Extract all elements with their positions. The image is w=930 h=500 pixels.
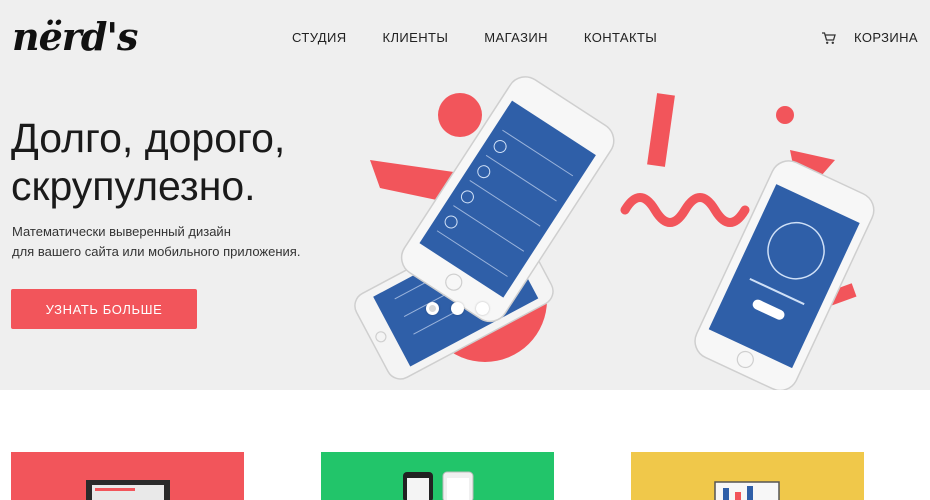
nav-item-clients[interactable]: КЛИЕНТЫ — [383, 30, 449, 45]
decor-bar — [647, 93, 675, 167]
nav-item-studio[interactable]: СТУДИЯ — [292, 30, 347, 45]
hero-headline: Долго, дорого, скрупулезно. — [11, 114, 351, 210]
service-cards — [0, 452, 930, 500]
decor-squiggle — [620, 193, 750, 227]
service-card-analytics[interactable] — [631, 452, 864, 500]
hero-headline-line1: Долго, дорого, — [11, 115, 286, 161]
hero-subtitle: Математически выверенный дизайн для ваше… — [12, 222, 332, 262]
decor-dot — [776, 106, 794, 124]
hero-subtitle-line2: для вашего сайта или мобильного приложен… — [12, 244, 301, 259]
slider-dot-2[interactable] — [451, 302, 464, 315]
decor-circle-small — [438, 93, 482, 137]
cart-icon — [822, 31, 836, 44]
cart-link[interactable]: КОРЗИНА — [822, 30, 918, 45]
brand-logo[interactable]: nërd's — [12, 14, 138, 60]
service-card-web[interactable] — [11, 452, 244, 500]
board-illustration — [714, 481, 780, 500]
phones-illustration — [403, 471, 474, 500]
nav-item-contacts[interactable]: КОНТАКТЫ — [584, 30, 657, 45]
cart-label: КОРЗИНА — [854, 30, 918, 45]
slider-dot-1[interactable] — [426, 302, 439, 315]
nav-item-shop[interactable]: МАГАЗИН — [484, 30, 548, 45]
slider-dots — [426, 302, 489, 315]
main-nav: СТУДИЯ КЛИЕНТЫ МАГАЗИН КОНТАКТЫ — [292, 30, 693, 45]
hero-subtitle-line1: Математически выверенный дизайн — [12, 224, 231, 239]
hero-headline-line2: скрупулезно. — [11, 163, 256, 209]
learn-more-button[interactable]: УЗНАТЬ БОЛЬШЕ — [11, 289, 197, 329]
hero-section: nërd's СТУДИЯ КЛИЕНТЫ МАГАЗИН КОНТАКТЫ К… — [0, 0, 930, 390]
laptop-illustration — [86, 480, 170, 500]
hero-illustration — [354, 76, 875, 390]
service-card-mobile[interactable] — [321, 452, 554, 500]
phone-right — [694, 160, 875, 390]
slider-dot-3[interactable] — [476, 302, 489, 315]
